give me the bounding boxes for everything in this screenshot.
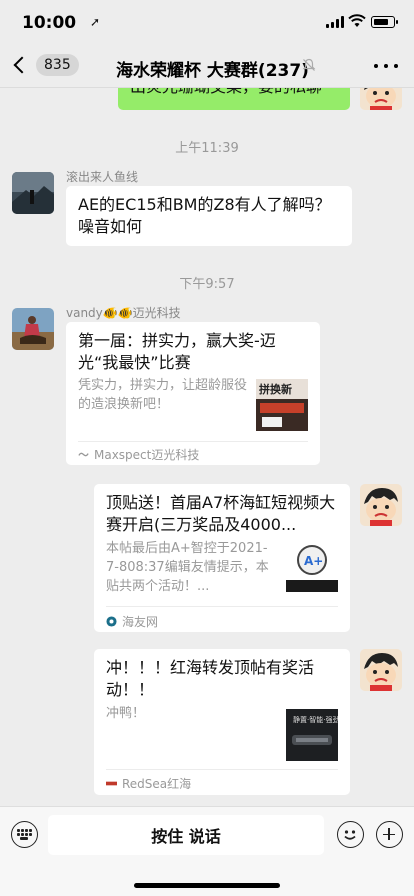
chat-title: 海水荣耀杯 大赛群(237) — [116, 61, 309, 81]
card-description: 本帖最后由A+智控于2021-7-808:37编辑友情提示，本贴共两个活动！..… — [106, 541, 269, 594]
chevron-left-icon — [13, 56, 31, 74]
card-title: 冲！！！红海转发顶帖有奖活动！！ — [106, 658, 315, 699]
card-divider — [106, 606, 338, 607]
timestamp: 上午11:39 — [175, 141, 239, 156]
input-bar: 按住 说话 — [0, 806, 414, 896]
keyboard-icon — [17, 829, 32, 840]
card-source-label: Maxspect迈光科技 — [94, 448, 200, 462]
card-thumbnail: A+ — [286, 540, 338, 592]
svg-text:拼换新: 拼换新 — [259, 382, 292, 396]
card-divider — [106, 769, 338, 770]
message-text: AE的EC15和BM的Z8有人了解吗？噪音如何 — [78, 195, 331, 236]
hold-to-talk-label: 按住 说话 — [151, 827, 221, 846]
keyboard-toggle-button[interactable] — [11, 821, 38, 848]
avatar-sender[interactable] — [12, 172, 54, 214]
card-source: Maxspect迈光科技 — [78, 446, 199, 463]
emoji-button[interactable] — [337, 821, 364, 848]
card-title: 顶贴送！首届A7杯海缸短视频大赛开启(三万奖品及4000... — [106, 493, 336, 534]
card-divider — [78, 441, 308, 442]
battery-icon — [371, 16, 398, 28]
card-source-label: RedSea红海 — [122, 777, 192, 791]
hold-to-talk-button[interactable]: 按住 说话 — [48, 815, 324, 855]
cellular-signal-icon — [326, 16, 344, 28]
card-source-label: 海友网 — [122, 615, 159, 629]
more-options-button[interactable] — [374, 58, 398, 74]
card-thumbnail: 静置·智能·强劲 — [286, 709, 338, 761]
redsea-logo-icon — [106, 781, 117, 786]
card-source: RedSea红海 — [106, 775, 191, 792]
svg-text:A+: A+ — [304, 554, 323, 568]
wifi-icon — [348, 14, 366, 27]
back-button[interactable]: 835 — [10, 54, 79, 76]
avatar-self[interactable] — [360, 649, 402, 691]
link-card-self[interactable]: 顶贴送！首届A7杯海缸短视频大赛开启(三万奖品及4000... 本帖最后由A+智… — [94, 484, 350, 632]
svg-text:静置·智能·强劲: 静置·智能·强劲 — [293, 715, 338, 724]
mute-bell-icon — [302, 58, 316, 71]
avatar-self[interactable] — [360, 484, 402, 526]
site-logo-icon — [106, 616, 117, 627]
message-bubble[interactable]: AE的EC15和BM的Z8有人了解吗？噪音如何 — [66, 186, 352, 246]
card-description: 冲鸭！ — [106, 706, 146, 721]
status-bar: 10:00 ➚ — [0, 0, 414, 46]
location-arrow-icon: ➚ — [90, 15, 101, 29]
smiley-icon — [344, 830, 356, 840]
more-actions-button[interactable] — [376, 821, 403, 848]
message-list[interactable]: 出炎光珊瑚交菜，要的私聊 上午11:39 滚出来人鱼线 AE的EC15和BM的Z… — [0, 0, 414, 896]
timestamp: 下午9:57 — [179, 277, 235, 292]
avatar-sender[interactable] — [12, 308, 54, 350]
more-dots-icon — [374, 64, 378, 68]
link-card[interactable]: 第一届：拼实力，赢大奖-迈光“我最快”比赛 凭实力，拼实力，让超龄服役的造浪换新… — [66, 322, 320, 465]
sender-name: 滚出来人鱼线 — [66, 170, 139, 184]
sender-name: vandy🐠🐠迈光科技 — [66, 306, 181, 320]
card-source: 海友网 — [106, 613, 158, 630]
card-description: 凭实力，拼实力，让超龄服役的造浪换新吧！ — [78, 378, 248, 412]
battery-level — [373, 18, 388, 25]
chat-header: 835 海水荣耀杯 大赛群(237) — [0, 46, 414, 88]
card-thumbnail: 拼换新 — [256, 379, 308, 431]
unread-count-badge: 835 — [36, 54, 79, 76]
mini-program-icon — [78, 452, 89, 457]
status-time: 10:00 — [22, 13, 77, 33]
home-indicator — [134, 883, 280, 888]
card-title: 第一届：拼实力，赢大奖-迈光“我最快”比赛 — [78, 331, 276, 372]
link-card-self[interactable]: 冲！！！红海转发顶帖有奖活动！！ 冲鸭！ 静置·智能·强劲 RedSea红海 — [94, 649, 350, 795]
